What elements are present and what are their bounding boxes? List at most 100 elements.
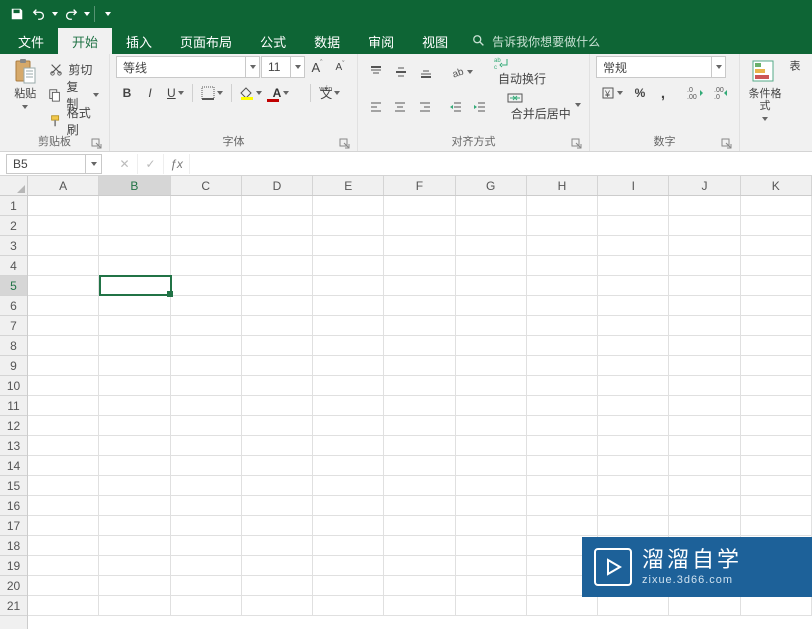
cell[interactable] [171, 536, 242, 556]
cell[interactable] [28, 236, 99, 256]
cell[interactable] [527, 476, 598, 496]
cell[interactable] [741, 216, 812, 236]
column-header[interactable]: G [456, 176, 527, 195]
cell[interactable] [669, 236, 740, 256]
cell[interactable] [384, 476, 455, 496]
cell[interactable] [669, 436, 740, 456]
format-painter-button[interactable]: 格式刷 [44, 110, 103, 132]
cell[interactable] [28, 556, 99, 576]
increase-decimal-icon[interactable]: .0.00 [682, 82, 708, 104]
cell[interactable] [456, 576, 527, 596]
cell[interactable] [598, 336, 669, 356]
row-header[interactable]: 13 [0, 436, 27, 456]
row-header[interactable]: 17 [0, 516, 27, 536]
cell[interactable] [527, 456, 598, 476]
format-as-table-button[interactable]: 表 [784, 56, 804, 71]
cell[interactable] [384, 196, 455, 216]
cell[interactable] [669, 416, 740, 436]
cell[interactable] [456, 356, 527, 376]
cell[interactable] [171, 456, 242, 476]
row-header[interactable]: 3 [0, 236, 27, 256]
cell[interactable] [171, 496, 242, 516]
cell[interactable] [313, 416, 384, 436]
cell[interactable] [669, 296, 740, 316]
cell[interactable] [28, 576, 99, 596]
cell[interactable] [242, 396, 313, 416]
cell[interactable] [384, 536, 455, 556]
cell[interactable] [171, 376, 242, 396]
cell[interactable] [99, 396, 170, 416]
decrease-font-icon[interactable]: Aˇ [329, 56, 351, 78]
cell[interactable] [741, 316, 812, 336]
column-header[interactable]: F [384, 176, 455, 195]
cell[interactable] [99, 576, 170, 596]
row-header[interactable]: 12 [0, 416, 27, 436]
cell[interactable] [242, 556, 313, 576]
cell[interactable] [313, 396, 384, 416]
cell[interactable] [313, 516, 384, 536]
cell[interactable] [28, 476, 99, 496]
cell[interactable] [242, 416, 313, 436]
row-header[interactable]: 5 [0, 276, 27, 296]
cell[interactable] [456, 416, 527, 436]
cell[interactable] [384, 456, 455, 476]
cell[interactable] [28, 216, 99, 236]
cell[interactable] [741, 376, 812, 396]
cell[interactable] [171, 596, 242, 616]
cell[interactable] [456, 216, 527, 236]
cell[interactable] [384, 256, 455, 276]
select-all-corner[interactable] [0, 176, 28, 196]
copy-button[interactable]: 复制 [44, 84, 103, 106]
cell[interactable] [527, 396, 598, 416]
tab-view[interactable]: 视图 [408, 28, 462, 54]
align-bottom-icon[interactable] [414, 61, 438, 83]
align-center-icon[interactable] [388, 96, 411, 118]
tab-page-layout[interactable]: 页面布局 [166, 28, 246, 54]
cell[interactable] [669, 376, 740, 396]
column-header[interactable]: A [28, 176, 99, 195]
cell[interactable] [99, 416, 170, 436]
cell[interactable] [456, 496, 527, 516]
row-header[interactable]: 1 [0, 196, 27, 216]
accounting-format-button[interactable]: ¥ [596, 82, 628, 104]
cell[interactable] [384, 236, 455, 256]
cell[interactable] [456, 316, 527, 336]
name-box-dropdown[interactable] [85, 155, 101, 173]
fill-color-button[interactable] [235, 82, 267, 104]
cell[interactable] [384, 556, 455, 576]
align-middle-icon[interactable] [389, 61, 413, 83]
cell[interactable] [28, 376, 99, 396]
cell[interactable] [28, 436, 99, 456]
cell[interactable] [384, 296, 455, 316]
cell[interactable] [384, 276, 455, 296]
cell[interactable] [99, 516, 170, 536]
name-box[interactable]: B5 [6, 154, 102, 174]
cell[interactable] [99, 276, 170, 296]
cell[interactable] [313, 436, 384, 456]
cell[interactable] [242, 276, 313, 296]
cell[interactable] [527, 316, 598, 336]
cell[interactable] [242, 536, 313, 556]
cell[interactable] [171, 436, 242, 456]
cell[interactable] [313, 196, 384, 216]
cell[interactable] [384, 496, 455, 516]
comma-style-button[interactable]: , [652, 82, 674, 104]
tab-file[interactable]: 文件 [4, 28, 58, 54]
cell[interactable] [171, 356, 242, 376]
row-header[interactable]: 14 [0, 456, 27, 476]
cell[interactable] [28, 336, 99, 356]
decrease-decimal-icon[interactable]: .00.0 [709, 82, 735, 104]
orientation-button[interactable]: ab [446, 61, 478, 83]
row-header[interactable]: 15 [0, 476, 27, 496]
column-header[interactable]: E [313, 176, 384, 195]
enter-formula-icon[interactable]: ✓ [138, 154, 164, 174]
tab-review[interactable]: 审阅 [354, 28, 408, 54]
row-header[interactable]: 18 [0, 536, 27, 556]
cell[interactable] [598, 256, 669, 276]
cell[interactable] [669, 276, 740, 296]
qat-customize[interactable] [97, 3, 119, 25]
cell[interactable] [527, 436, 598, 456]
cell[interactable] [741, 296, 812, 316]
cell[interactable] [242, 336, 313, 356]
cell[interactable] [99, 336, 170, 356]
